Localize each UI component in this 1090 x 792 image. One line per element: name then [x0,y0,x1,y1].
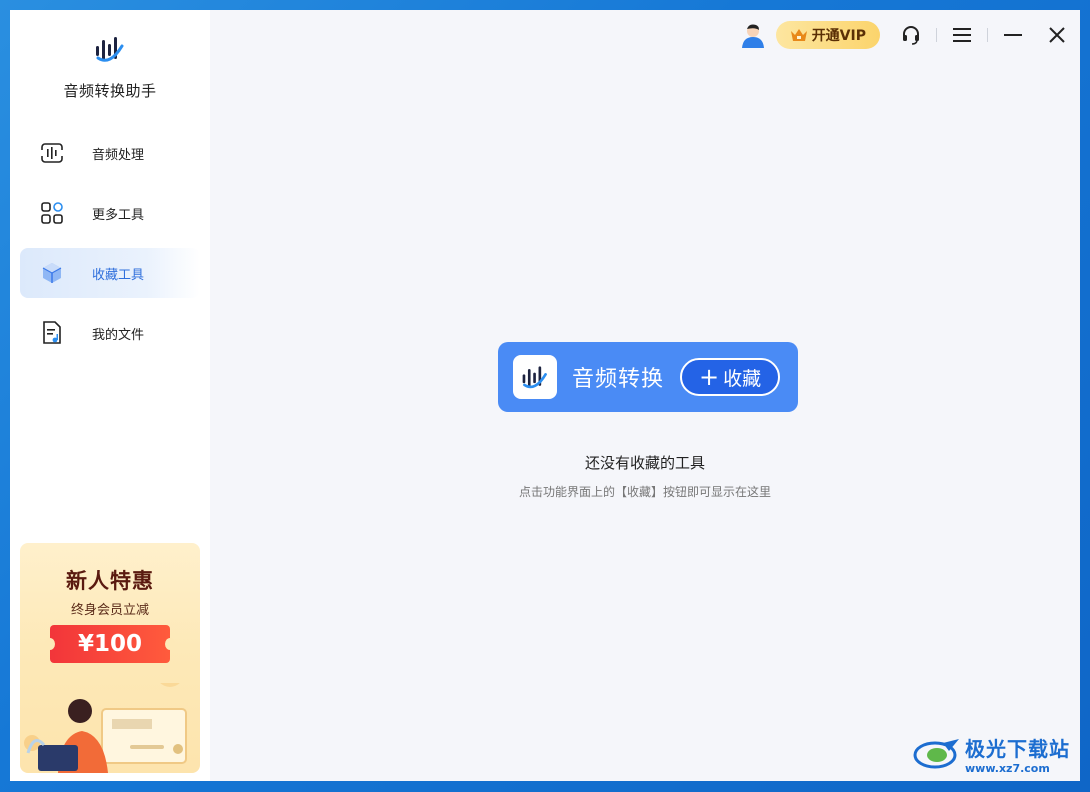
crown-icon [790,29,807,41]
titlebar-divider [936,28,937,42]
app-logo-block: 音频转换助手 [10,32,210,101]
site-watermark: 极光下载站 www.xz7.com [913,733,1070,775]
example-tool-card: 音频转换 + 收藏 [498,342,798,412]
promo-banner[interactable]: 新人特惠 终身会员立减 ¥100 [20,543,200,773]
card-title: 音频转换 [572,367,665,392]
promo-coupon: ¥100 [45,625,175,663]
sidebar-nav: 音频处理 更多工具 收藏工具 我的文件 [20,128,200,368]
support-button[interactable] [896,20,926,50]
sidebar-item-label: 我的文件 [92,327,145,343]
audio-wave-icon [522,366,547,389]
open-vip-button[interactable]: 开通VIP [775,21,880,49]
cube-icon [40,261,64,285]
sidebar-item-label: 更多工具 [92,207,145,223]
empty-state-hint: 点击功能界面上的【收藏】按钮即可显示在这里 [518,485,771,499]
titlebar-divider [987,28,988,42]
sidebar-item-label: 音频处理 [92,147,145,163]
sidebar: 音频转换助手 音频处理 更多工具 收藏工具 我的文件 新人特惠 终身会员立减 ¥… [10,10,210,781]
add-favorite-button[interactable]: + 收藏 [680,358,781,396]
promo-illustration [24,683,187,773]
watermark-logo [913,739,959,769]
hamburger-icon [953,28,971,42]
sidebar-item-label: 收藏工具 [92,267,145,283]
audio-process-icon [40,141,64,165]
watermark-url: www.xz7.com [965,762,1050,775]
plus-icon: + [698,363,720,391]
watermark-name: 极光下载站 [965,737,1070,761]
file-music-icon [40,321,64,345]
sidebar-item-favorites[interactable]: 收藏工具 [20,248,200,298]
sidebar-item-more-tools[interactable]: 更多工具 [20,188,200,238]
sidebar-item-audio-process[interactable]: 音频处理 [20,128,200,178]
close-button[interactable] [1042,20,1072,50]
card-app-icon [513,355,557,399]
empty-state-title: 还没有收藏的工具 [584,454,705,472]
favorite-label: 收藏 [723,367,762,390]
close-icon [1049,27,1065,43]
more-tools-icon [40,201,64,225]
app-window: 音频转换助手 音频处理 更多工具 收藏工具 我的文件 新人特惠 终身会员立减 ¥… [10,10,1080,781]
minimize-icon [1004,34,1022,36]
headset-icon [903,26,919,45]
app-name: 音频转换助手 [63,82,157,100]
promo-subtitle: 终身会员立减 [70,603,149,618]
sidebar-item-my-files[interactable]: 我的文件 [20,308,200,358]
promo-title: 新人特惠 [66,569,154,593]
minimize-button[interactable] [998,20,1028,50]
titlebar: 开通VIP [740,20,1080,50]
app-logo-icon [96,37,124,62]
menu-button[interactable] [947,20,977,50]
vip-label: 开通VIP [811,28,866,44]
avatar-icon[interactable] [740,22,766,48]
